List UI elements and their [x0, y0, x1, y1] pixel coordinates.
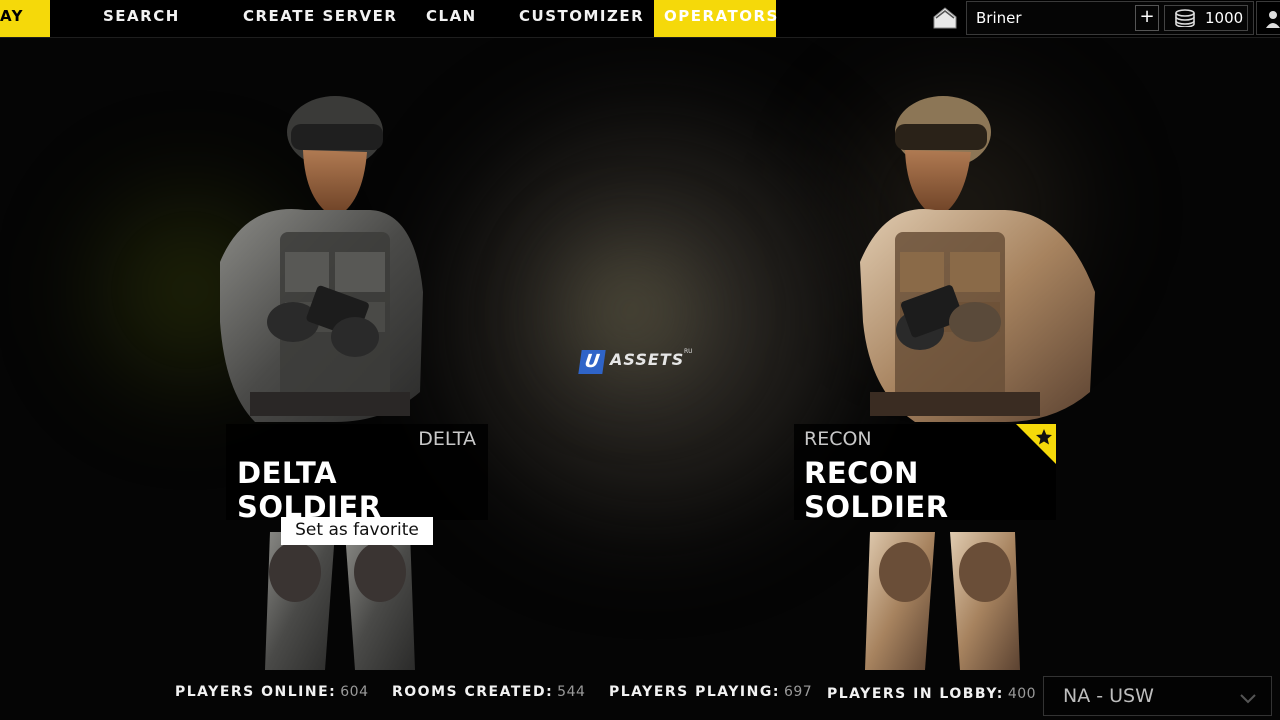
tab-operators[interactable]: OPERATORS	[654, 0, 777, 37]
stat-label: PLAYERS ONLINE:	[175, 684, 337, 700]
add-currency-button[interactable]: +	[1135, 5, 1159, 31]
coin-count: 1000	[1205, 9, 1244, 27]
stat-rooms-created: ROOMS CREATED: 544	[392, 684, 585, 700]
tab-clan[interactable]: CLAN	[426, 0, 477, 37]
operator-card-delta[interactable]: DELTA DELTA SOLDIER	[226, 424, 488, 524]
tab-customizer[interactable]: CUSTOMIZER	[519, 0, 644, 37]
operator-class: DELTA	[418, 428, 476, 450]
top-nav-bar: AY SEARCH CREATE SERVER CLAN CUSTOMIZER …	[0, 0, 1280, 38]
watermark-suffix: RU	[684, 348, 693, 355]
chevron-down-icon	[1239, 689, 1257, 708]
stat-label: ROOMS CREATED:	[392, 684, 554, 700]
stat-players-online: PLAYERS ONLINE: 604	[175, 684, 368, 700]
coin-stack-icon	[1173, 9, 1197, 31]
region-dropdown[interactable]: NA - USW	[1043, 676, 1272, 716]
region-selected: NA - USW	[1063, 685, 1154, 707]
watermark-logo: U ASSETS RU	[578, 348, 698, 376]
stat-value: 604	[340, 684, 369, 700]
watermark-letter: U	[578, 350, 606, 374]
stat-players-in-lobby: PLAYERS IN LOBBY: 400	[827, 686, 1036, 702]
stat-players-playing: PLAYERS PLAYING: 697	[609, 684, 812, 700]
tab-create-server[interactable]: CREATE SERVER	[243, 0, 397, 37]
delta-soldier-model[interactable]	[185, 92, 430, 672]
operator-name: RECON SOLDIER	[804, 456, 949, 524]
recon-soldier-model[interactable]	[855, 92, 1100, 672]
favorite-star-icon	[1016, 424, 1056, 464]
home-icon[interactable]	[930, 5, 960, 31]
stat-label: PLAYERS IN LOBBY:	[827, 686, 1004, 702]
operator-name: DELTA SOLDIER	[237, 456, 382, 524]
stat-value: 697	[783, 684, 813, 700]
profile-icon[interactable]	[1256, 1, 1280, 35]
stat-label: PLAYERS PLAYING:	[609, 684, 780, 700]
stat-value: 400	[1007, 686, 1037, 702]
set-favorite-button[interactable]: Set as favorite	[281, 517, 433, 545]
currency-display: 1000	[1164, 5, 1248, 31]
operator-class: RECON	[804, 428, 872, 450]
username: Briner	[976, 9, 1022, 27]
operator-card-recon[interactable]: RECON RECON SOLDIER	[794, 424, 1056, 524]
tab-search[interactable]: SEARCH	[103, 0, 180, 37]
tab-play[interactable]: AY	[0, 0, 50, 37]
stat-value: 544	[557, 684, 586, 700]
watermark-text: ASSETS	[610, 350, 685, 369]
